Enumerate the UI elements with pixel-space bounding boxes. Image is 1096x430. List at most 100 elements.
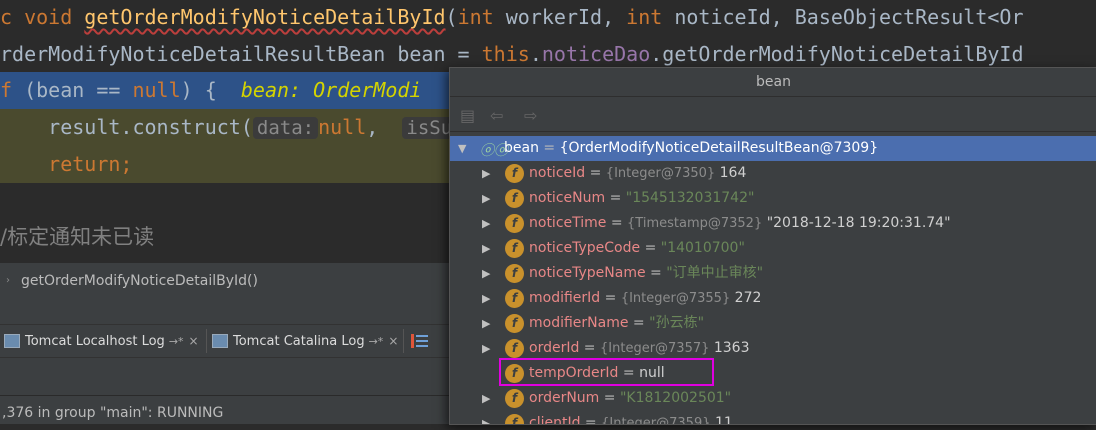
field-icon: f	[505, 164, 524, 183]
code-text: noticeId, BaseObjectResult<Or	[662, 5, 1024, 29]
expand-arrow-icon[interactable]: ▶	[482, 186, 490, 211]
expand-arrow-icon[interactable]: ▶	[482, 336, 490, 361]
field-value: "1545132031742"	[625, 190, 755, 206]
close-icon[interactable]: ×	[189, 334, 199, 348]
expand-arrow-icon[interactable]: ▶	[482, 286, 490, 311]
tree-row-field[interactable]: ▶ f modifierId = {Integer@7355} 272	[450, 286, 1096, 311]
expand-arrow-icon[interactable]: ▶	[482, 261, 490, 286]
frame-method-label: getOrderModifyNoticeDetailById()	[21, 273, 258, 289]
param-hint-data: data:	[252, 117, 319, 139]
field-value: "2018-12-18 19:20:31.74"	[766, 215, 951, 231]
code-keyword: this	[481, 42, 530, 66]
debug-frames-panel: › getOrderModifyNoticeDetailById() Tomca…	[0, 263, 452, 395]
field-value: 11	[714, 415, 733, 425]
thread-status-text: ,376 in group "main": RUNNING	[2, 405, 224, 421]
field-icon: f	[505, 189, 524, 208]
tab-label: Tomcat Catalina Log	[233, 334, 365, 349]
field-name: noticeId	[529, 165, 586, 181]
variable-value: {OrderModifyNoticeDetailResultBean@7309}	[559, 140, 879, 156]
field-icon: f	[505, 264, 524, 283]
variable-name: bean	[504, 140, 539, 156]
tab-divider	[403, 329, 404, 353]
code-keyword: f	[0, 78, 13, 102]
forward-arrow-icon[interactable]: ⇨	[524, 106, 537, 125]
tree-row-field[interactable]: ▶ f noticeId = {Integer@7350} 164	[450, 161, 1096, 186]
code-keyword: int	[626, 5, 663, 29]
expand-arrow-icon[interactable]: ▶	[482, 236, 490, 261]
field-type: {Integer@7355}	[620, 291, 731, 306]
tab-tomcat-localhost-log[interactable]: Tomcat Localhost Log →* ×	[4, 325, 199, 357]
status-bar: ,376 in group "main": RUNNING	[0, 395, 454, 424]
expand-arrow-icon[interactable]: ▶	[482, 211, 490, 236]
field-icon: f	[505, 289, 524, 308]
equals-sign: =	[605, 190, 626, 206]
field-value: 272	[734, 290, 762, 306]
field-icon: f	[505, 389, 524, 408]
tree-row-field[interactable]: ▶ f noticeTypeName = "订单中止审核"	[450, 261, 1096, 286]
method-name: getOrderModifyNoticeDetailById	[84, 5, 446, 29]
equals-sign: =	[580, 415, 602, 425]
code-keyword: int	[457, 5, 494, 29]
field-icon: f	[505, 414, 524, 424]
code-keyword: null	[132, 78, 181, 102]
collapse-arrow-icon[interactable]: ▼	[458, 136, 466, 161]
field-value: 1363	[713, 340, 750, 356]
field-icon: f	[505, 214, 524, 233]
field-type: {Integer@7357}	[600, 341, 710, 356]
code-text: (bean ==	[12, 78, 133, 102]
code-keyword: return;	[0, 152, 133, 176]
field-type: {Timestamp@7352}	[627, 216, 763, 231]
tree-row-field[interactable]: ▶ f modifierName = "孙云栋"	[450, 311, 1096, 336]
equals-sign: =	[600, 290, 621, 306]
code-text: ,	[366, 115, 403, 139]
code-line-1[interactable]: c void getOrderModifyNoticeDetailById(in…	[0, 0, 1096, 36]
pin-icon[interactable]: →*	[369, 335, 384, 348]
highlight-box	[499, 358, 714, 386]
expand-arrow-icon[interactable]: ▶	[482, 311, 490, 336]
field-icon: f	[505, 339, 524, 358]
console-icon	[212, 333, 228, 348]
frame-item-current[interactable]: › getOrderModifyNoticeDetailById()	[0, 267, 452, 295]
expand-arrow-icon[interactable]: ▶	[482, 386, 490, 411]
code-keyword: c void	[0, 5, 85, 29]
back-arrow-icon[interactable]: ⇦	[490, 106, 503, 125]
tree-row-root[interactable]: ▼ ⓞⓞ bean = {OrderModifyNoticeDetailResu…	[450, 136, 1096, 161]
equals-sign: =	[579, 340, 600, 356]
frame-arrow-icon: ›	[6, 275, 10, 286]
field-value: "订单中止审核"	[666, 265, 764, 281]
expand-arrow-icon[interactable]: ▶	[482, 161, 490, 186]
code-text: ) {	[180, 78, 241, 102]
popup-title[interactable]: bean	[450, 68, 1096, 97]
code-text: workerId,	[493, 5, 627, 29]
tree-row-field[interactable]: ▶ f noticeTypeCode = "14010700"	[450, 236, 1096, 261]
tab-label: Tomcat Localhost Log	[25, 334, 165, 349]
field-value: "孙云栋"	[649, 315, 705, 331]
pin-icon[interactable]: →*	[169, 335, 184, 348]
field-name: modifierId	[529, 290, 601, 306]
field-icon: f	[505, 239, 524, 258]
field-name: noticeTypeCode	[529, 240, 641, 256]
field-name: modifierName	[529, 315, 629, 331]
equals-sign: =	[585, 165, 606, 181]
field-name: noticeTypeName	[529, 265, 646, 281]
field-name: orderNum	[529, 390, 600, 406]
equals-sign: =	[645, 265, 667, 281]
field-value: 164	[719, 165, 747, 181]
code-comment: /标定通知未已读	[0, 225, 155, 249]
tab-tomcat-catalina-log[interactable]: Tomcat Catalina Log →* ×	[212, 325, 398, 357]
tab-divider	[206, 329, 207, 353]
code-text: rderModifyNoticeDetailResultBean bean =	[0, 42, 482, 66]
field-name: orderId	[529, 340, 580, 356]
close-icon[interactable]: ×	[388, 334, 398, 348]
more-tabs-icon[interactable]	[411, 333, 429, 349]
tree-row-field[interactable]: ▶ f orderNum = "K1812002501"	[450, 386, 1096, 411]
tree-row-field[interactable]: ▶ f noticeNum = "1545132031742"	[450, 186, 1096, 211]
field-icon: f	[505, 314, 524, 333]
field-name: clientId	[529, 415, 581, 425]
field-name: noticeNum	[529, 190, 606, 206]
code-field: noticeDao	[541, 42, 651, 66]
object-icon: ⓞⓞ	[480, 143, 508, 159]
field-value: "14010700"	[660, 240, 745, 256]
tree-row-field[interactable]: ▶ f noticeTime = {Timestamp@7352} "2018-12…	[450, 211, 1096, 236]
hierarchy-icon[interactable]: ▤	[460, 106, 475, 125]
